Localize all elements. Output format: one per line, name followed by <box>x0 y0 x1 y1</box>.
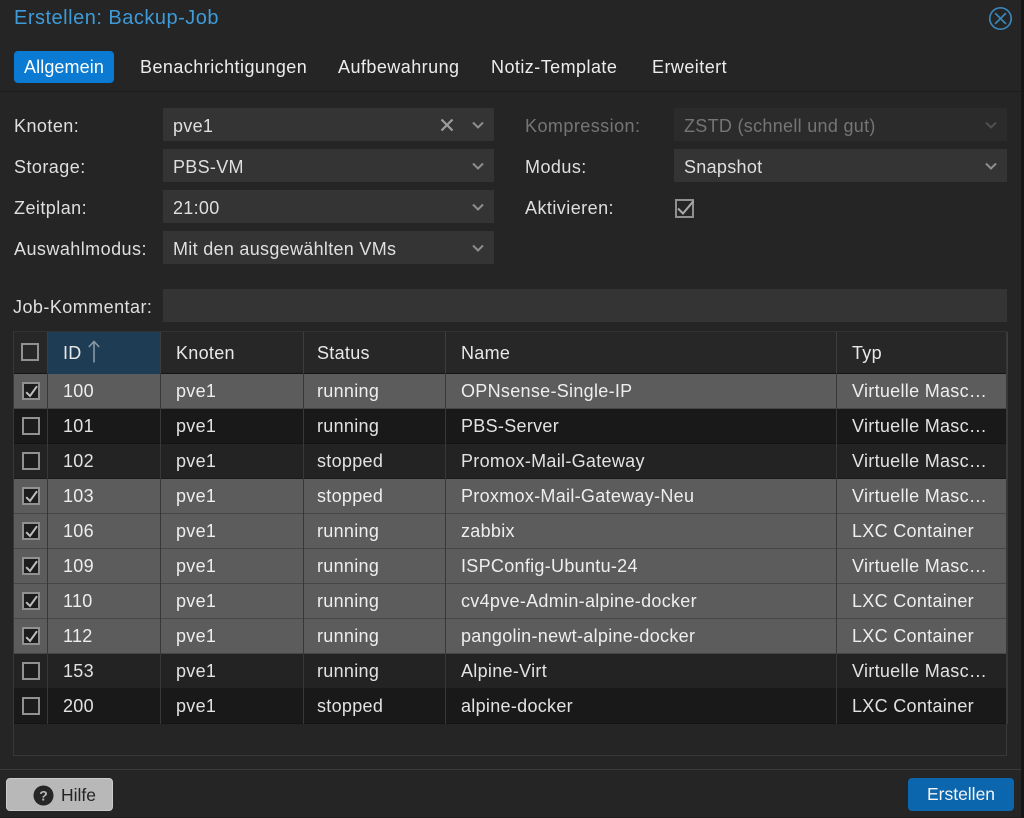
svg-text:?: ? <box>39 787 48 803</box>
